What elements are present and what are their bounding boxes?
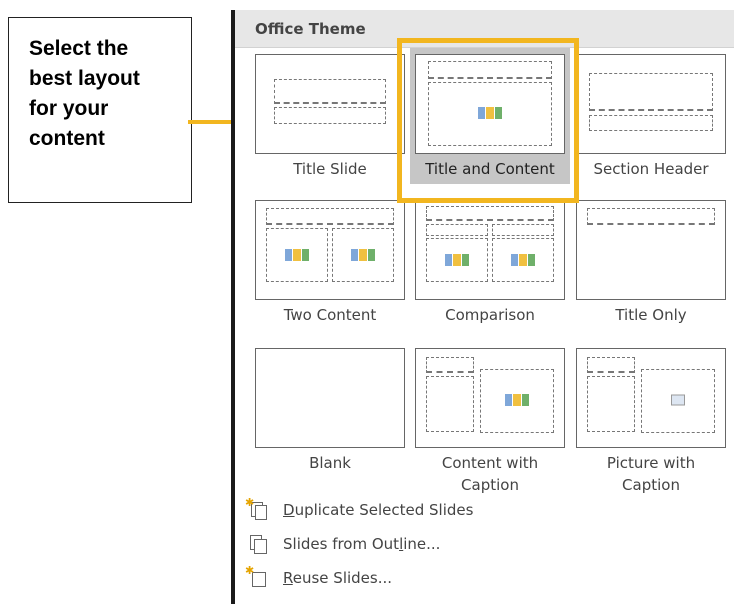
content-placeholder-icons [351,249,375,261]
layout-label: Title and Content [425,160,555,178]
content-placeholder-icons [285,249,309,261]
menu-label: Slides from Outline... [283,535,441,553]
menu-label: Duplicate Selected Slides [283,501,474,519]
reuse-slides-icon: ✱ [245,564,267,588]
callout-line: content [29,127,105,150]
layout-label: Section Header [593,160,709,178]
layout-thumbnail [576,200,726,300]
layout-label: Title Only [615,306,687,324]
layout-label: Blank [309,454,351,472]
layout-title-only[interactable]: Title Only [569,200,733,326]
callout-box: Select the best layout for your content [8,17,192,203]
duplicate-selected-slides-item[interactable]: ✱ Duplicate Selected Slides [235,493,734,527]
picture-placeholder-icon [671,394,685,406]
layout-thumbnail [255,200,405,300]
layout-thumbnail [255,348,405,448]
new-slide-layout-gallery: Office Theme Title Slide Title and Conte… [231,10,734,604]
layout-blank[interactable]: Blank [248,348,412,474]
reuse-slides-item[interactable]: ✱ Reuse Slides... [235,561,734,595]
callout-line: best layout [29,67,140,90]
layout-label: Two Content [283,306,377,324]
layout-label: Comparison [445,306,535,324]
layout-two-content[interactable]: Two Content [248,200,412,326]
layout-thumbnail [576,54,726,154]
layout-thumbnail [415,348,565,448]
layout-title-slide[interactable]: Title Slide [248,54,412,180]
layout-label: Content with Caption [441,454,539,494]
gallery-header: Office Theme [235,10,734,48]
content-placeholder-icons [445,254,469,266]
duplicate-slides-icon: ✱ [245,496,267,520]
content-placeholder-icons [511,254,535,266]
layout-thumbnail [415,54,565,154]
layout-comparison[interactable]: Comparison [408,200,572,326]
callout-line: Select the [29,37,129,60]
layout-section-header[interactable]: Section Header [569,54,733,180]
content-placeholder-icons [505,394,529,406]
menu-label: Reuse Slides... [283,569,393,587]
layout-title-and-content[interactable]: Title and Content [408,48,572,184]
layout-thumbnail [415,200,565,300]
layout-content-with-caption[interactable]: Content with Caption [408,348,572,496]
slide-options-menu: ✱ Duplicate Selected Slides Slides from … [235,493,734,595]
slides-from-outline-icon [249,534,267,554]
callout-line: for your [29,97,109,120]
layout-label: Picture with Caption [606,454,696,494]
content-placeholder-icons [478,107,502,119]
layout-picture-with-caption[interactable]: Picture with Caption [569,348,733,496]
layout-label: Title Slide [293,160,367,178]
layout-thumbnail [576,348,726,448]
layout-thumbnail [255,54,405,154]
slides-from-outline-item[interactable]: Slides from Outline... [235,527,734,561]
